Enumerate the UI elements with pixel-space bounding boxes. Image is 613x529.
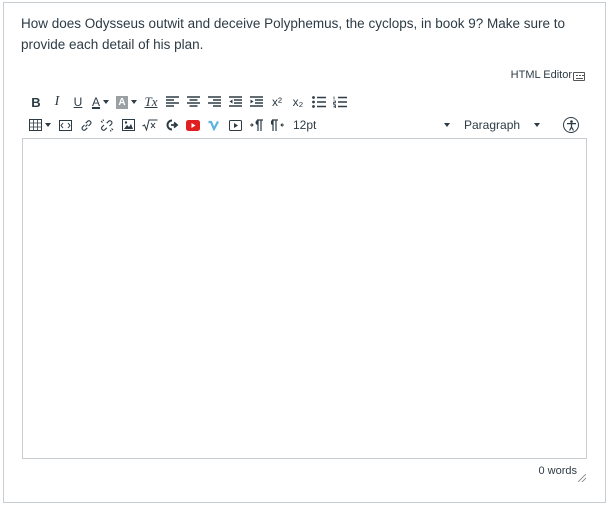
vimeo-button[interactable] [207, 116, 221, 134]
align-left-button[interactable] [165, 93, 179, 111]
link-button[interactable] [79, 116, 93, 134]
chevron-down-icon [131, 100, 138, 104]
ltr-direction-button[interactable] [249, 116, 263, 134]
equation-button[interactable] [142, 116, 158, 134]
chevron-down-icon [45, 123, 51, 127]
bullet-list-button[interactable] [312, 93, 327, 111]
numbered-list-button[interactable] [333, 93, 348, 111]
align-right-button[interactable] [207, 93, 221, 111]
background-color-button[interactable]: A [116, 93, 138, 111]
indent-icon [249, 96, 263, 107]
image-icon [121, 119, 135, 131]
align-right-icon [207, 96, 221, 107]
align-left-icon [165, 96, 179, 107]
embed-icon [58, 119, 72, 131]
rtl-direction-button[interactable] [270, 116, 284, 134]
outdent-icon [228, 96, 242, 107]
block-format-value: Paragraph [464, 118, 521, 132]
bullet-list-icon [312, 96, 327, 108]
lti-tool-button[interactable] [165, 116, 179, 134]
clear-formatting-icon: Tx [144, 94, 158, 109]
outdent-button[interactable] [228, 93, 242, 111]
unlink-icon [100, 118, 114, 132]
rich-text-editor-area[interactable] [22, 138, 587, 459]
word-count: 0 words [538, 465, 577, 477]
table-button[interactable] [29, 116, 51, 134]
numbered-list-icon [333, 96, 348, 108]
subscript-button[interactable]: x₂ [291, 93, 305, 111]
chevron-down-icon [444, 123, 450, 127]
editor-toolbar-row-2: 12pt [29, 115, 322, 135]
editor-toolbar-row-1: B I U A A Tx x² x₂ [29, 92, 354, 112]
media-button[interactable] [228, 116, 242, 134]
bold-button[interactable]: B [29, 93, 43, 111]
chevron-down-icon [103, 100, 110, 104]
align-center-button[interactable] [186, 93, 200, 111]
clear-formatting-button[interactable]: Tx [144, 93, 158, 111]
font-color-button[interactable]: A [92, 93, 110, 111]
italic-button[interactable]: I [50, 93, 64, 111]
link-icon [81, 119, 91, 131]
underline-button[interactable]: U [71, 93, 85, 111]
superscript-button[interactable]: x² [270, 93, 284, 111]
arrow-right-icon [166, 119, 178, 131]
vimeo-icon [208, 120, 219, 131]
image-button[interactable] [121, 116, 135, 134]
paragraph-rtl-icon [270, 119, 284, 131]
html-editor-label: HTML Editor [510, 69, 572, 81]
media-play-icon [228, 119, 242, 131]
table-icon [29, 119, 42, 131]
indent-button[interactable] [249, 93, 263, 111]
question-text: How does Odysseus outwit and deceive Pol… [21, 16, 566, 52]
font-color-label: A [92, 95, 101, 109]
align-center-icon [186, 96, 200, 107]
question-card: How does Odysseus outwit and deceive Pol… [3, 2, 606, 503]
youtube-button[interactable] [186, 116, 200, 134]
font-size-select[interactable]: 12pt [293, 118, 316, 132]
unlink-button[interactable] [100, 116, 114, 134]
youtube-icon [186, 119, 200, 131]
keyboard-icon [573, 71, 585, 81]
square-root-icon [142, 119, 158, 131]
accessibility-checker-button[interactable] [563, 117, 579, 133]
embed-content-button[interactable] [58, 116, 72, 134]
background-color-label: A [116, 95, 129, 109]
html-editor-link[interactable]: HTML Editor [511, 69, 585, 81]
resize-handle[interactable] [578, 474, 586, 482]
paragraph-ltr-icon [249, 119, 263, 131]
accessibility-icon [566, 119, 576, 131]
chevron-down-icon [534, 123, 541, 127]
block-format-select[interactable]: Paragraph [444, 115, 541, 135]
